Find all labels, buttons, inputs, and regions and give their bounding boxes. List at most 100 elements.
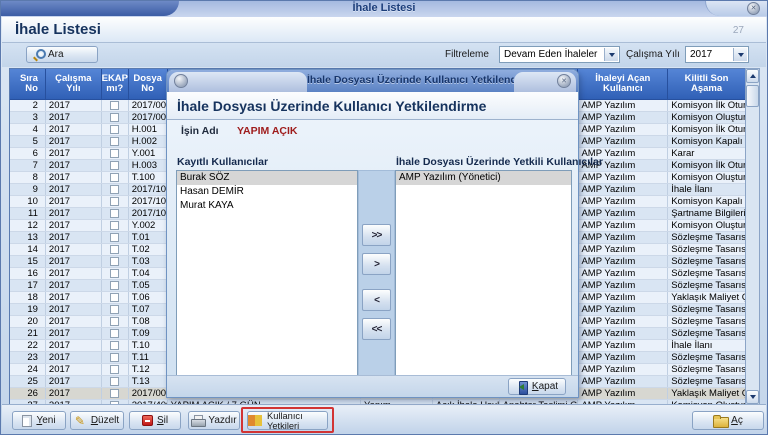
cell-yil: 2017	[46, 208, 102, 219]
cell-sira: 10	[10, 196, 46, 207]
ekap-checkbox[interactable]	[110, 305, 119, 314]
ekap-checkbox[interactable]	[110, 149, 119, 158]
authorized-users-listbox[interactable]: AMP Yazılım (Yönetici)	[395, 170, 572, 377]
cell-asama: Komisyon Oluşturulması	[668, 220, 745, 231]
ekap-checkbox[interactable]	[110, 125, 119, 134]
list-item[interactable]: Burak SÖZ	[177, 171, 357, 185]
close-dialog-button[interactable]: Kapat	[508, 378, 566, 395]
cell-yil: 2017	[46, 316, 102, 327]
delete-button[interactable]: Sil	[129, 411, 181, 430]
ekap-checkbox[interactable]	[110, 365, 119, 374]
job-name-value: YAPIM AÇIK	[237, 125, 297, 137]
cell-asama: Sözleşme Tasarısı	[668, 280, 745, 291]
cell-asama: Sözleşme Tasarısı	[668, 352, 745, 363]
filter-select[interactable]: Devam Eden İhaleler	[499, 46, 620, 63]
cell-asama: Sözleşme Tasarısı	[668, 268, 745, 279]
cell-yil: 2017	[46, 100, 102, 111]
ekap-checkbox[interactable]	[110, 185, 119, 194]
cell-asama: Sözleşme Tasarısı	[668, 256, 745, 267]
ekap-checkbox[interactable]	[110, 353, 119, 362]
ekap-checkbox[interactable]	[110, 377, 119, 386]
ekap-checkbox-cell	[102, 196, 129, 207]
cell-sira: 4	[10, 124, 46, 135]
ekap-checkbox-cell	[102, 208, 129, 219]
column-header-dosya-no[interactable]: Dosya No	[129, 69, 168, 99]
cell-acan: AMP Yazılım	[578, 280, 668, 291]
column-header-sira-no[interactable]: Sıra No	[10, 69, 46, 99]
year-select-value: 2017	[690, 49, 712, 60]
cell-acan: AMP Yazılım	[578, 124, 668, 135]
ekap-checkbox[interactable]	[110, 341, 119, 350]
filter-band: Ara Filtreleme Devam Eden İhaleler Çalış…	[2, 43, 766, 67]
ekap-checkbox[interactable]	[110, 329, 119, 338]
move-left-button[interactable]: <	[362, 289, 391, 311]
ekap-checkbox[interactable]	[110, 209, 119, 218]
cell-dosya: 2017/002	[129, 112, 168, 123]
move-all-left-button[interactable]: <<	[362, 318, 391, 340]
cell-acan: AMP Yazılım	[578, 172, 668, 183]
ekap-checkbox[interactable]	[110, 293, 119, 302]
cell-asama: Sözleşme Tasarısı	[668, 244, 745, 255]
cell-sira: 24	[10, 364, 46, 375]
ekap-checkbox-cell	[102, 232, 129, 243]
edit-button[interactable]: ✎ Düzelt	[70, 411, 124, 430]
search-icon	[33, 49, 44, 60]
column-header-calisma-yili[interactable]: Çalışma Yılı	[46, 69, 102, 99]
registered-users-listbox[interactable]: Burak SÖZHasan DEMİRMurat KAYA	[176, 170, 358, 377]
ekap-checkbox[interactable]	[110, 197, 119, 206]
cell-dosya: H.001	[129, 124, 168, 135]
dialog-close-button[interactable]: ✕	[557, 74, 571, 88]
window-title: İhale Listesi	[1, 2, 767, 14]
ekap-checkbox[interactable]	[110, 173, 119, 182]
print-button[interactable]: Yazdır	[188, 411, 240, 430]
ekap-checkbox[interactable]	[110, 281, 119, 290]
cell-dosya: T.05	[129, 280, 168, 291]
chevron-down-icon[interactable]	[733, 48, 747, 61]
ekap-checkbox[interactable]	[110, 269, 119, 278]
cell-acan: AMP Yazılım	[578, 196, 668, 207]
printer-icon	[191, 415, 204, 426]
column-header-kilitli-son-asama[interactable]: Kilitli Son Aşama	[668, 69, 745, 99]
cell-yil: 2017	[46, 364, 102, 375]
scrollbar-thumb[interactable]	[746, 85, 759, 107]
ekap-checkbox-cell	[102, 256, 129, 267]
ekap-checkbox[interactable]	[110, 101, 119, 110]
list-item[interactable]: Murat KAYA	[177, 199, 357, 213]
user-permissions-button[interactable]: Kullanıcı Yetkileri	[247, 411, 328, 430]
cell-acan: AMP Yazılım	[578, 328, 668, 339]
list-item[interactable]: Hasan DEMİR	[177, 185, 357, 199]
cell-acan: AMP Yazılım	[578, 352, 668, 363]
search-button[interactable]: Ara	[26, 46, 98, 63]
ekap-checkbox[interactable]	[110, 161, 119, 170]
ekap-checkbox-cell	[102, 112, 129, 123]
ekap-checkbox[interactable]	[110, 257, 119, 266]
ekap-checkbox-cell	[102, 364, 129, 375]
scroll-down-icon[interactable]	[746, 390, 759, 404]
ekap-checkbox[interactable]	[110, 113, 119, 122]
column-header-ekap[interactable]: EKAP mı?	[102, 69, 129, 99]
cell-yil: 2017	[46, 304, 102, 315]
new-button[interactable]: Yeni	[12, 411, 66, 430]
move-all-right-button[interactable]: >>	[362, 224, 391, 246]
cell-asama: Komisyon Oluşturulması	[668, 112, 745, 123]
pencil-icon: ✎	[75, 415, 87, 427]
move-right-button[interactable]: >	[362, 253, 391, 275]
window-close-button[interactable]: ✕	[747, 2, 760, 15]
ekap-checkbox[interactable]	[110, 317, 119, 326]
scroll-up-icon[interactable]	[746, 69, 759, 83]
cell-sira: 23	[10, 352, 46, 363]
ekap-checkbox[interactable]	[110, 233, 119, 242]
ekap-checkbox[interactable]	[110, 221, 119, 230]
ekap-checkbox[interactable]	[110, 137, 119, 146]
ekap-checkbox[interactable]	[110, 245, 119, 254]
ekap-checkbox-cell	[102, 328, 129, 339]
column-header-acan-kullanici[interactable]: İhaleyi Açan Kullanıcı	[578, 69, 668, 99]
list-item[interactable]: AMP Yazılım (Yönetici)	[396, 171, 571, 185]
year-select[interactable]: 2017	[685, 46, 749, 63]
ekap-checkbox-cell	[102, 184, 129, 195]
ekap-checkbox[interactable]	[110, 389, 119, 398]
cell-acan: AMP Yazılım	[578, 100, 668, 111]
open-button[interactable]: Aç	[692, 411, 764, 430]
table-vertical-scrollbar[interactable]	[745, 68, 760, 405]
chevron-down-icon[interactable]	[604, 48, 618, 61]
